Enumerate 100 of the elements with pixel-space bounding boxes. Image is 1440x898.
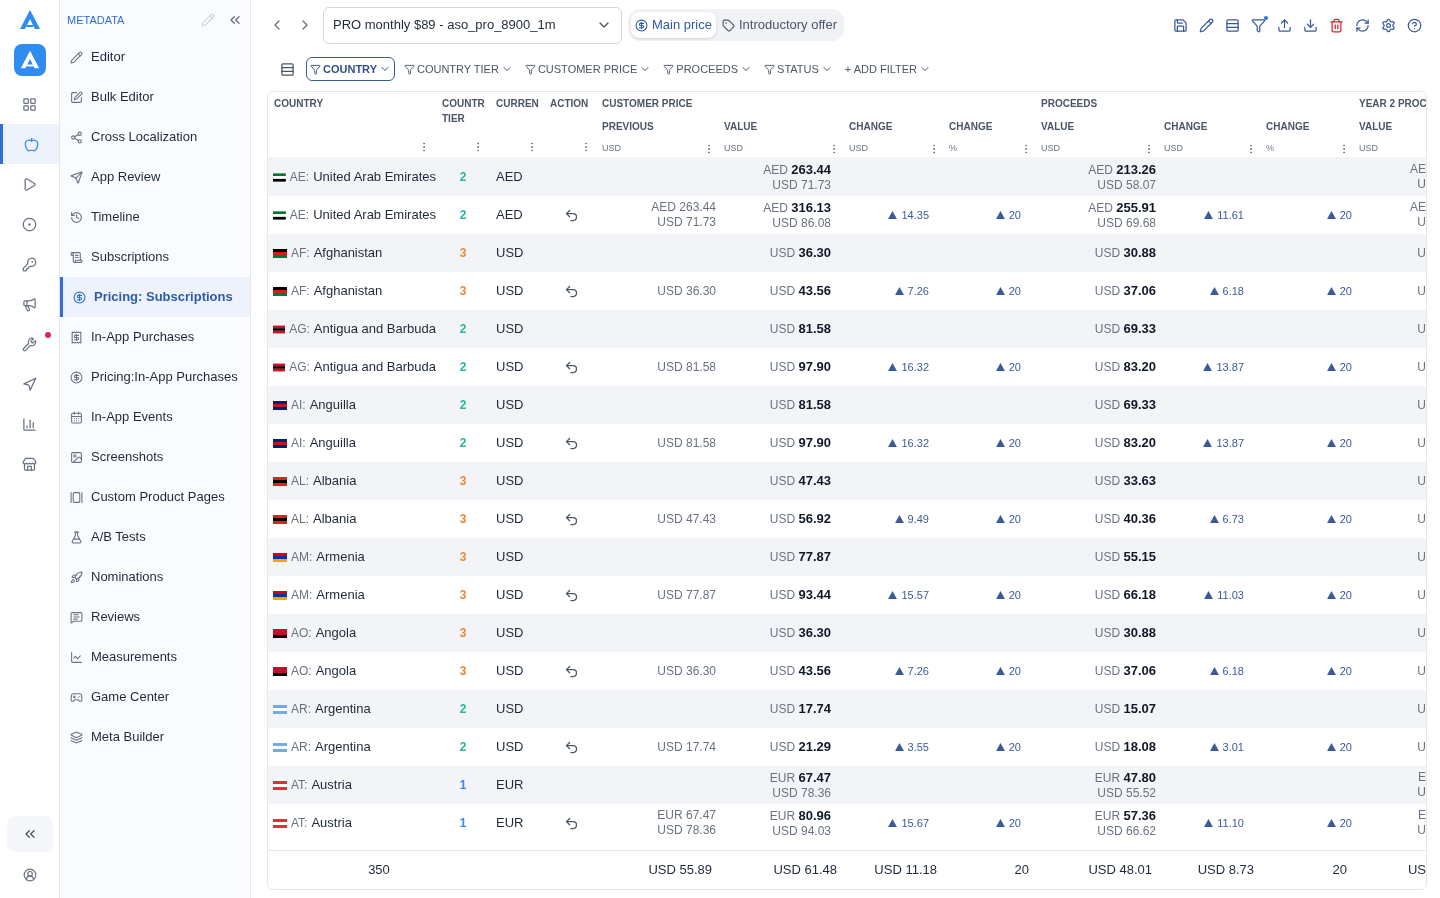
up-triangle-icon — [1209, 515, 1219, 523]
filter-chip[interactable]: STATUS — [761, 57, 836, 81]
country-name: Albania — [313, 472, 357, 491]
tier-number: 3 — [458, 511, 468, 528]
sidebar-item[interactable]: Game Center — [60, 677, 250, 717]
sidebar-item[interactable]: Screenshots — [60, 437, 250, 477]
sidebar-item[interactable]: In-App Purchases — [60, 317, 250, 357]
up-triangle-icon — [995, 287, 1005, 295]
save-icon[interactable] — [1173, 17, 1188, 33]
revert-icon[interactable] — [563, 511, 579, 527]
change-value: 20 — [1326, 510, 1352, 528]
footer-total: USD 48.01 — [1088, 861, 1152, 880]
product-select[interactable]: PRO monthly $89 - aso_pro_8900_1m — [323, 6, 622, 44]
up-triangle-icon — [888, 591, 898, 599]
country-name: Angola — [315, 624, 357, 643]
column-header: PREVIOUS — [602, 119, 655, 134]
country-code: AE: — [289, 207, 310, 224]
refresh-icon[interactable] — [1355, 17, 1370, 33]
rail-icon — [22, 416, 37, 432]
unit-label: USD — [1041, 141, 1060, 155]
filter-chip[interactable]: PROCEEDS — [660, 57, 756, 81]
download-icon[interactable] — [1303, 17, 1318, 33]
sidebar-item[interactable]: In-App Events — [60, 397, 250, 437]
delete-icon[interactable] — [1329, 17, 1344, 33]
up-triangle-icon — [1204, 591, 1214, 599]
price-text: EUR 47.80 — [1094, 769, 1156, 786]
sidebar-item[interactable]: Bulk Editor — [60, 77, 250, 117]
sidebar-item[interactable]: Cross Localization — [60, 117, 250, 157]
up-triangle-icon — [894, 287, 904, 295]
change-value: 20 — [995, 282, 1021, 300]
help-icon[interactable] — [1407, 17, 1422, 33]
group-rows-icon[interactable] — [1225, 17, 1240, 33]
currency-code: USD — [496, 701, 524, 717]
country-name: United Arab Emirates — [313, 168, 436, 187]
revert-icon[interactable] — [563, 283, 579, 299]
country-name: Austria — [311, 814, 352, 833]
sidebar-item[interactable]: Subscriptions — [60, 237, 250, 277]
tier-number: 2 — [458, 169, 468, 186]
filter-chip[interactable]: CUSTOMER PRICE — [521, 57, 655, 81]
app-icon[interactable] — [13, 44, 46, 76]
currency-code: USD — [496, 511, 524, 527]
up-triangle-icon — [1326, 819, 1336, 827]
user-icon[interactable] — [22, 868, 37, 882]
row-count: 350 — [368, 861, 390, 880]
currency-code: USD — [496, 473, 524, 489]
price-text: USD 81.58 — [769, 397, 831, 413]
edit-icon[interactable] — [1199, 17, 1214, 33]
filter-chip[interactable]: COUNTRY TIER — [401, 57, 516, 81]
price-text: U — [1417, 283, 1426, 299]
sidebar-item[interactable]: Meta Builder — [60, 717, 250, 757]
up-triangle-icon — [888, 211, 898, 219]
flag-icon — [273, 286, 287, 296]
rail-item[interactable] — [0, 124, 59, 164]
sidebar-item[interactable]: Nominations — [60, 557, 250, 597]
sidebar-item[interactable]: Pricing:In-App Purchases — [60, 357, 250, 397]
currency-code: USD — [496, 739, 524, 755]
price-text: USD 43.56 — [769, 663, 831, 679]
group-rows-icon[interactable] — [280, 61, 295, 77]
change-value: 11.03 — [1204, 586, 1244, 604]
add-filter-button[interactable]: + ADD FILTER — [841, 57, 935, 81]
rail-icon — [22, 96, 37, 112]
price-text: USD 93.44 — [769, 587, 831, 603]
edit-icon — [70, 90, 83, 104]
price-text: U — [1417, 587, 1426, 603]
country-code: AG: — [289, 321, 310, 338]
revert-icon[interactable] — [563, 663, 579, 679]
sidebar-item[interactable]: Editor — [60, 37, 250, 77]
price-text: AED 263.44 — [763, 161, 831, 178]
sidebar-item[interactable]: Pricing: Subscriptions — [60, 277, 250, 317]
revert-icon[interactable] — [563, 435, 579, 451]
revert-icon[interactable] — [563, 587, 579, 603]
settings-icon[interactable] — [1381, 17, 1396, 33]
tier-number: 3 — [458, 283, 468, 300]
revert-icon[interactable] — [563, 359, 579, 375]
up-triangle-icon — [995, 211, 1005, 219]
country-code: AM: — [291, 549, 313, 566]
currency-code: USD — [496, 625, 524, 641]
currency-code: USD — [496, 321, 524, 337]
sidebar-item[interactable]: Measurements — [60, 637, 250, 677]
sidebar-item[interactable]: App Review — [60, 157, 250, 197]
tab[interactable]: Introductory offer — [717, 12, 841, 38]
price-text: U — [1417, 511, 1426, 527]
flag-icon — [273, 704, 287, 714]
upload-icon[interactable] — [1277, 17, 1292, 33]
sidebar-item[interactable]: Custom Product Pages — [60, 477, 250, 517]
tab[interactable]: Main price — [631, 12, 716, 38]
price-text: USD 69.33 — [1094, 397, 1156, 413]
price-text: U — [1417, 215, 1426, 230]
sidebar-item[interactable]: Reviews — [60, 597, 250, 637]
change-value: 9.49 — [894, 510, 929, 528]
revert-icon[interactable] — [563, 815, 579, 831]
revert-icon[interactable] — [563, 739, 579, 755]
column-header: VALUE — [724, 119, 759, 134]
filter-icon[interactable] — [1251, 17, 1266, 33]
revert-icon[interactable] — [563, 207, 579, 223]
change-value: 20 — [1326, 662, 1352, 680]
sidebar-item[interactable]: A/B Tests — [60, 517, 250, 557]
filter-chip[interactable]: COUNTRY — [306, 57, 395, 81]
rail-icon — [22, 216, 37, 232]
sidebar-item[interactable]: Timeline — [60, 197, 250, 237]
